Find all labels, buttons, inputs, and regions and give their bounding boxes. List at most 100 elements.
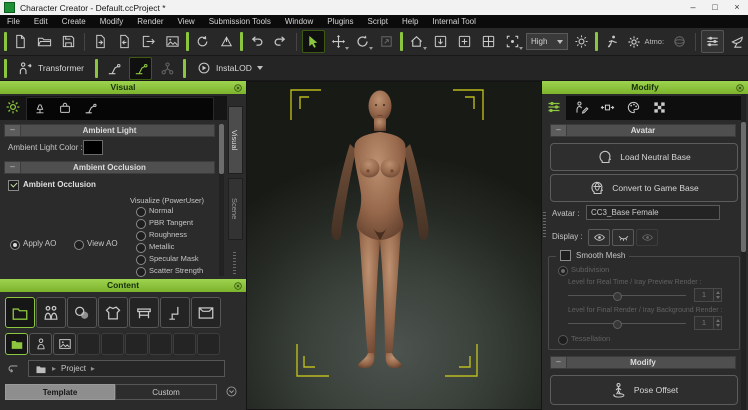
visual-tab-props[interactable] xyxy=(58,101,72,115)
camera-view-button[interactable] xyxy=(502,31,523,52)
quality-dropdown[interactable]: High xyxy=(526,33,568,50)
tab-custom[interactable]: Custom xyxy=(115,384,217,400)
collapse-icon[interactable]: – xyxy=(551,125,567,136)
dropdown-caret[interactable] xyxy=(369,47,373,50)
content-sub-avatar[interactable] xyxy=(29,333,52,355)
pose-mode-b-button[interactable] xyxy=(129,57,152,80)
content-sub-folder[interactable] xyxy=(5,333,28,355)
close-button[interactable]: × xyxy=(726,0,748,15)
collapse-icon[interactable]: – xyxy=(5,125,21,136)
viewport-3d[interactable] xyxy=(246,81,542,410)
side-tab-scene[interactable]: Scene xyxy=(228,178,243,240)
transformer-button[interactable]: Transformer xyxy=(12,58,90,79)
avatar-section-bar[interactable]: – Avatar xyxy=(550,124,736,137)
content-category-material[interactable] xyxy=(67,297,97,328)
save-project-button[interactable] xyxy=(58,31,79,52)
menu-item-help[interactable]: Help xyxy=(395,15,425,28)
modify-tab-material[interactable] xyxy=(626,100,641,115)
ambient-light-section-bar[interactable]: – Ambient Light xyxy=(4,124,215,137)
content-category-stage[interactable] xyxy=(191,297,221,328)
undo-button[interactable] xyxy=(246,31,267,52)
avatar-name-input[interactable]: CC3_Base Female xyxy=(586,205,720,220)
content-category-project[interactable] xyxy=(5,297,35,328)
import-file-button[interactable] xyxy=(90,31,111,52)
menu-item-view[interactable]: View xyxy=(171,15,202,28)
visual-tab-lights[interactable] xyxy=(33,101,47,115)
sync-button[interactable] xyxy=(192,31,213,52)
visual-panel-close-icon[interactable] xyxy=(233,83,243,93)
visual-tab-settings[interactable] xyxy=(5,99,21,115)
modify-tab-attribute[interactable] xyxy=(546,99,562,115)
content-category-accessory[interactable] xyxy=(129,297,159,328)
redo-button[interactable] xyxy=(270,31,291,52)
ambient-light-color-swatch[interactable] xyxy=(83,140,103,155)
rotate-tool-button[interactable] xyxy=(352,31,373,52)
breadcrumb-root[interactable]: Project xyxy=(61,364,86,373)
menu-item-submission-tools[interactable]: Submission Tools xyxy=(202,15,278,28)
view-ao-radio[interactable] xyxy=(74,240,84,250)
visual-scrollbar-thumb[interactable] xyxy=(219,124,224,174)
content-panel-close-icon[interactable] xyxy=(233,281,243,291)
visualize-metallic-radio[interactable] xyxy=(136,243,146,253)
collapse-icon[interactable]: – xyxy=(551,357,567,368)
content-category-actor[interactable] xyxy=(36,297,66,328)
atmosphere-button[interactable]: Atmo: xyxy=(625,31,666,52)
menu-item-internal-tool[interactable]: Internal Tool xyxy=(425,15,482,28)
menu-item-script[interactable]: Script xyxy=(361,15,395,28)
render-settings-button[interactable] xyxy=(701,30,724,53)
visualize-specular-mask-radio[interactable] xyxy=(136,255,146,265)
new-project-button[interactable] xyxy=(10,31,31,52)
import-asset-button[interactable] xyxy=(114,31,135,52)
menu-item-edit[interactable]: Edit xyxy=(27,15,55,28)
visual-tab-camera[interactable] xyxy=(83,101,97,115)
side-tab-visual[interactable]: Visual xyxy=(228,106,243,174)
open-project-button[interactable] xyxy=(34,31,55,52)
convert-to-game-base-button[interactable]: Convert to Game Base xyxy=(550,174,738,202)
visualize-pbr-tangent-radio[interactable] xyxy=(136,219,146,229)
modify-scrollbar-thumb[interactable] xyxy=(741,122,746,252)
ambient-occlusion-checkbox[interactable] xyxy=(8,180,19,191)
collapse-icon[interactable]: – xyxy=(5,162,21,173)
display-eyelash-button[interactable] xyxy=(612,229,634,246)
menu-item-render[interactable]: Render xyxy=(130,15,170,28)
view-layout-button[interactable] xyxy=(478,31,499,52)
minimize-button[interactable]: – xyxy=(682,0,704,15)
menu-item-file[interactable]: File xyxy=(0,15,27,28)
pose-mode-a-button[interactable] xyxy=(103,58,124,79)
display-eye-button[interactable] xyxy=(588,229,610,246)
menu-item-create[interactable]: Create xyxy=(55,15,93,28)
apply-ao-radio[interactable] xyxy=(10,240,20,250)
tab-template[interactable]: Template xyxy=(5,384,115,400)
modify-section-bar[interactable]: – Modify xyxy=(550,356,736,369)
breadcrumb[interactable]: ▸ Project ▸ xyxy=(28,360,225,377)
visualize-roughness-radio[interactable] xyxy=(136,231,146,241)
menu-item-plugins[interactable]: Plugins xyxy=(320,15,360,28)
dropdown-caret[interactable] xyxy=(423,47,427,50)
menu-item-modify[interactable]: Modify xyxy=(93,15,131,28)
motion-preview-button[interactable] xyxy=(601,31,622,52)
panel-grip[interactable] xyxy=(233,252,236,276)
visualize-scatter-strength-radio[interactable] xyxy=(136,267,146,277)
smooth-mesh-checkbox[interactable] xyxy=(560,250,571,261)
pose-offset-button[interactable]: Pose Offset xyxy=(550,375,738,405)
instalod-button[interactable]: InstaLOD xyxy=(191,58,269,79)
content-sub-image[interactable] xyxy=(53,333,76,355)
home-camera-button[interactable] xyxy=(406,31,427,52)
expand-tabs-icon[interactable] xyxy=(225,385,238,398)
media-export-button[interactable] xyxy=(162,31,183,52)
modify-panel-close-icon[interactable] xyxy=(735,83,745,93)
content-category-prop[interactable] xyxy=(160,297,190,328)
select-tool-button[interactable] xyxy=(302,30,325,53)
render-button[interactable] xyxy=(727,31,748,52)
load-neutral-base-button[interactable]: Load Neutral Base xyxy=(550,143,738,171)
frame-selected-button[interactable] xyxy=(430,31,451,52)
dropdown-caret[interactable] xyxy=(345,47,349,50)
visualize-normal-radio[interactable] xyxy=(136,207,146,217)
modify-tab-edit-character[interactable] xyxy=(574,100,589,115)
ambient-occlusion-section-bar[interactable]: – Ambient Occlusion xyxy=(4,161,215,174)
menu-item-window[interactable]: Window xyxy=(278,15,320,28)
send-to-iclone-button[interactable] xyxy=(216,31,237,52)
panel-grip[interactable] xyxy=(543,212,546,238)
modify-tab-texture[interactable] xyxy=(652,100,667,115)
dropdown-caret[interactable] xyxy=(519,47,523,50)
